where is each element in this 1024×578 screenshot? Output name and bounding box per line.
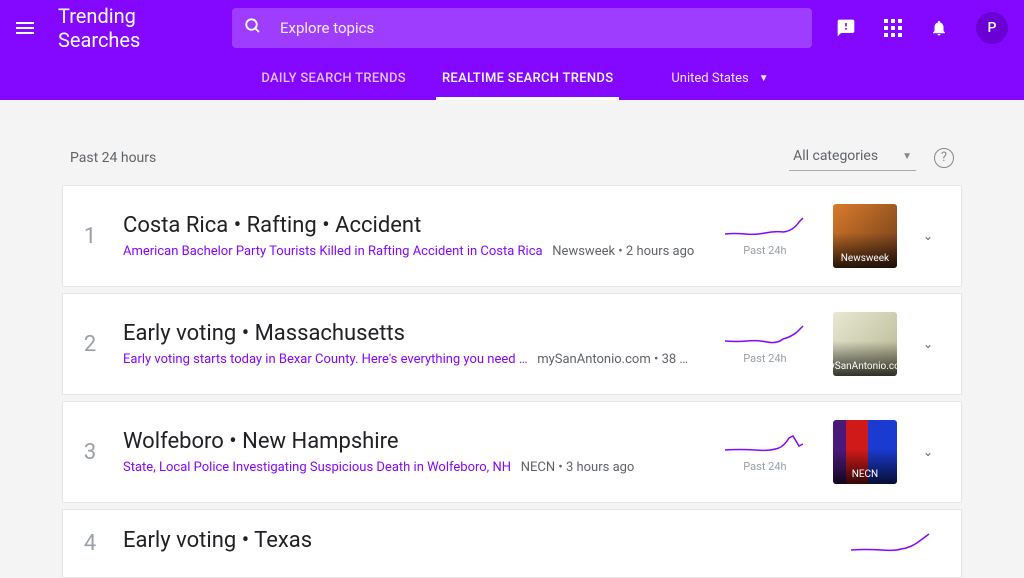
trend-content: Early voting • Texas bbox=[123, 528, 823, 559]
feedback-icon[interactable] bbox=[836, 18, 856, 38]
thumbnail[interactable]: Newsweek bbox=[833, 204, 897, 268]
list-header: Past 24 hours All categories ▼ ? bbox=[62, 144, 962, 185]
trend-content: Wolfeboro • New Hampshire State, Local P… bbox=[123, 429, 697, 475]
sparkline bbox=[841, 532, 941, 556]
chevron-down-icon: ▼ bbox=[759, 73, 769, 84]
expand-icon[interactable]: ⌄ bbox=[915, 329, 941, 359]
tab-realtime[interactable]: REALTIME SEARCH TRENDS bbox=[436, 57, 619, 100]
sparkline-label: Past 24h bbox=[715, 244, 815, 257]
sparkline: Past 24h bbox=[715, 324, 815, 365]
header-icons: P bbox=[836, 12, 1008, 44]
avatar[interactable]: P bbox=[976, 12, 1008, 44]
page-title: Trending Searches bbox=[58, 4, 208, 52]
notifications-icon[interactable] bbox=[930, 19, 948, 37]
menu-icon[interactable] bbox=[16, 22, 34, 34]
trend-topic: Early voting • Texas bbox=[123, 528, 823, 553]
sparkline-label: Past 24h bbox=[715, 460, 815, 473]
trend-row[interactable]: 4 Early voting • Texas bbox=[62, 509, 962, 578]
main-container: Past 24 hours All categories ▼ ? 1 Costa… bbox=[62, 100, 962, 578]
thumbnail-label: NECN bbox=[852, 469, 878, 480]
help-icon[interactable]: ? bbox=[934, 148, 954, 168]
trend-content: Costa Rica • Rafting • Accident American… bbox=[123, 213, 697, 259]
region-selector[interactable]: United States ▼ bbox=[671, 71, 768, 86]
chevron-down-icon: ▼ bbox=[902, 151, 912, 162]
rank: 1 bbox=[75, 224, 105, 249]
tab-daily[interactable]: DAILY SEARCH TRENDS bbox=[255, 57, 412, 100]
rank: 3 bbox=[75, 440, 105, 465]
thumbnail-label: Newsweek bbox=[841, 253, 889, 264]
trend-row[interactable]: 3 Wolfeboro • New Hampshire State, Local… bbox=[62, 401, 962, 503]
trend-row[interactable]: 1 Costa Rica • Rafting • Accident Americ… bbox=[62, 185, 962, 287]
trend-topic: Wolfeboro • New Hampshire bbox=[123, 429, 697, 454]
story-time: 2 hours ago bbox=[626, 244, 694, 259]
trend-story: Early voting starts today in Bexar Count… bbox=[123, 352, 697, 367]
topbar: Trending Searches P bbox=[0, 0, 1024, 56]
rank: 2 bbox=[75, 332, 105, 357]
expand-icon[interactable]: ⌄ bbox=[915, 221, 941, 251]
thumbnail-label: mySanAntonio.com bbox=[833, 361, 897, 372]
sparkline: Past 24h bbox=[715, 432, 815, 473]
trend-topic: Early voting • Massachusetts bbox=[123, 321, 697, 346]
app-header: Trending Searches P DAILY SEARCH TRENDS … bbox=[0, 0, 1024, 100]
category-selector[interactable]: All categories ▼ bbox=[789, 144, 916, 171]
sparkline: Past 24h bbox=[715, 216, 815, 257]
thumbnail[interactable]: NECN bbox=[833, 420, 897, 484]
sparkline-label: Past 24h bbox=[715, 352, 815, 365]
apps-icon[interactable] bbox=[884, 19, 902, 37]
timeframe-label: Past 24 hours bbox=[70, 150, 156, 166]
region-label: United States bbox=[671, 71, 748, 86]
story-source: NECN bbox=[521, 460, 555, 475]
rank: 4 bbox=[75, 531, 105, 556]
story-source: mySanAntonio.com bbox=[537, 352, 651, 367]
story-time: 3 hours ago bbox=[566, 460, 634, 475]
story-headline[interactable]: Early voting starts today in Bexar Count… bbox=[123, 352, 528, 367]
trend-content: Early voting • Massachusetts Early votin… bbox=[123, 321, 697, 367]
story-time: 38 minute… bbox=[662, 352, 697, 367]
story-source: Newsweek bbox=[552, 244, 615, 259]
search-input[interactable] bbox=[280, 19, 800, 37]
search-icon bbox=[244, 17, 262, 40]
story-headline[interactable]: American Bachelor Party Tourists Killed … bbox=[123, 244, 543, 259]
trend-topic: Costa Rica • Rafting • Accident bbox=[123, 213, 697, 238]
tabs: DAILY SEARCH TRENDS REALTIME SEARCH TREN… bbox=[0, 56, 1024, 100]
trend-story: American Bachelor Party Tourists Killed … bbox=[123, 244, 697, 259]
category-label: All categories bbox=[793, 148, 878, 164]
trend-story: State, Local Police Investigating Suspic… bbox=[123, 460, 697, 475]
search-box[interactable] bbox=[232, 8, 812, 48]
thumbnail[interactable]: mySanAntonio.com bbox=[833, 312, 897, 376]
trend-row[interactable]: 2 Early voting • Massachusetts Early vot… bbox=[62, 293, 962, 395]
expand-icon[interactable]: ⌄ bbox=[915, 437, 941, 467]
story-headline[interactable]: State, Local Police Investigating Suspic… bbox=[123, 460, 511, 475]
